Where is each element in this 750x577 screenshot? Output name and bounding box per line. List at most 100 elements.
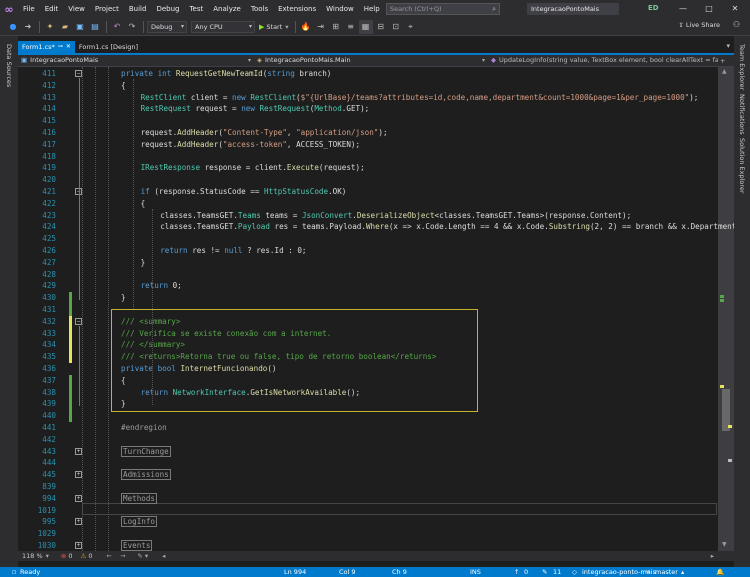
code-line[interactable]: 994 + Methods [18,492,734,505]
code-line[interactable]: 438 return NetworkInterface.GetIsNetworkA… [18,386,734,399]
code-line[interactable]: 1019 [18,505,734,517]
code-editor[interactable]: ▲ ▼ 411− private int RequestGetNewTeamId(… [18,67,734,551]
split-editor-icon[interactable]: + [720,57,725,65]
class-dropdown[interactable]: ◈ IntegracaoPontoMais.Main ▾ [254,55,488,66]
code-line[interactable]: 445 + Admissions [18,469,734,481]
notifications-bell-icon[interactable]: 🔔 [716,567,724,577]
expand-icon[interactable]: + [75,518,82,526]
menu-item-edit[interactable]: Edit [40,0,64,18]
code-line[interactable]: 1029 [18,528,734,540]
account-icon[interactable]: ⚇ [733,20,740,29]
back-icon[interactable]: ● [6,20,20,34]
step-icon[interactable]: ⇥ [314,20,328,34]
code-line[interactable]: 417 request.AddHeader("access-token", ACC… [18,139,734,151]
code-line[interactable]: 435 /// <returns>Retorna true ou false, t… [18,351,734,363]
code-line[interactable]: 426 return res != null ? res.Id : 0; [18,245,734,257]
hot-reload-icon[interactable]: 🔥 [299,20,313,34]
code-line[interactable]: 415 [18,115,734,127]
menu-item-debug[interactable]: Debug [151,0,184,18]
expand-icon[interactable]: + [75,542,82,549]
user-avatar[interactable]: ED [648,4,659,12]
menu-item-build[interactable]: Build [124,0,152,18]
live-share-button[interactable]: ⇪ Live Share [678,21,720,29]
zoom-level[interactable]: 118 % [22,552,43,560]
new-project-icon[interactable]: ✦ [43,20,57,34]
column-indicator[interactable]: Col 9 [339,567,356,577]
code-line[interactable]: 427} [18,257,734,269]
code-line[interactable]: 420 [18,174,734,186]
scroll-left-icon[interactable]: ◂ [162,552,165,560]
undo-icon[interactable]: ↶ [110,20,124,34]
code-line[interactable]: 433/// Verifica se existe conexão com a … [18,327,734,340]
code-line[interactable]: 413 RestClient client = new RestClient($"… [18,92,734,104]
close-tab-icon[interactable]: ✕ [66,41,71,53]
expand-icon[interactable]: + [75,471,82,479]
navigate-forward-icon[interactable]: → [120,552,125,560]
code-line[interactable]: 995 + LogInfo [18,516,734,528]
tab-form1-design[interactable]: Form1.cs [Design] [75,41,142,53]
code-line[interactable]: 442 [18,434,734,446]
save-icon[interactable]: ▣ [73,20,87,34]
expand-icon[interactable]: + [75,447,82,455]
code-cleanup-icon[interactable]: ✎ ▾ [137,552,148,560]
code-line[interactable]: 436 private bool InternetFuncionando() [18,363,734,375]
menu-item-help[interactable]: Help [359,0,385,18]
code-line[interactable]: 429 return 0; [18,280,734,292]
close-icon[interactable]: ✕ [724,0,746,18]
solution-explorer-tab[interactable]: Solution Explorer [738,138,746,194]
code-line[interactable]: 418 [18,151,734,163]
platform-select[interactable]: Any CPU ▾ [191,20,255,33]
search-input[interactable]: Search (Ctrl+Q) ⌕ [386,3,500,15]
warning-icon[interactable]: ⚠ [81,552,87,560]
find-icon[interactable]: ⌖ [404,20,418,34]
code-line[interactable]: 432 − /// <summary> [18,315,734,328]
code-line[interactable]: 441 #endregion [18,422,734,434]
code-line[interactable]: 428 [18,269,734,281]
code-line[interactable]: 421−if (response.StatusCode == HttpStatu… [18,186,734,198]
scroll-right-icon[interactable]: ▸ [711,552,714,560]
code-line[interactable]: 411 − private int RequestGetNewTeamId(stri… [18,68,734,80]
code-line[interactable]: 424 classes.TeamsGET.Payload res = teams.… [18,221,734,233]
code-line[interactable]: 444 [18,457,734,469]
pin-icon[interactable]: ⊸ [58,41,63,53]
open-folder-icon[interactable]: ▰ [58,20,72,34]
code-line[interactable]: 416 request.AddHeader("Content-Type", "ap… [18,127,734,139]
code-line[interactable]: 439} [18,398,734,411]
comment-icon[interactable]: ▦ [358,19,373,34]
tab-form1-cs[interactable]: Form1.cs* ⊸ ✕ [18,41,75,53]
menu-item-window[interactable]: Window [321,0,359,18]
project-dropdown[interactable]: ▣ IntegracaoPontoMais ▾ [18,55,254,66]
save-all-icon[interactable]: ▤ [88,20,102,34]
menu-item-view[interactable]: View [63,0,90,18]
line-indicator[interactable]: Ln 994 [284,567,306,577]
data-sources-tab[interactable]: Data Sources [5,44,13,87]
format-icon[interactable]: ≡ [344,20,358,34]
collapse-icon[interactable]: − [75,70,82,77]
menu-item-tools[interactable]: Tools [246,0,273,18]
navigate-back-icon[interactable]: ← [106,552,111,560]
configuration-select[interactable]: Debug ▾ [147,20,187,33]
code-line[interactable]: 425 [18,233,734,245]
code-line[interactable]: 1030 + Events [18,540,734,551]
forward-icon[interactable]: ➜ [21,20,35,34]
collapse-icon[interactable]: − [75,317,82,325]
redo-icon[interactable]: ↷ [125,20,139,34]
team-explorer-tab[interactable]: Team Explorer [738,44,746,90]
code-line[interactable]: 839 [18,481,734,493]
menu-item-extensions[interactable]: Extensions [273,0,321,18]
pencil-icon[interactable]: ✎ [542,567,547,577]
maximize-icon[interactable]: □ [698,0,720,18]
breakpoint-icon[interactable]: ⊞ [329,20,343,34]
code-line[interactable]: 437 { [18,374,734,387]
code-line[interactable]: 422 { [18,198,734,210]
menu-item-file[interactable]: File [18,0,40,18]
menu-item-analyze[interactable]: Analyze [208,0,246,18]
code-line[interactable]: 412 { [18,80,734,92]
error-icon[interactable]: ⊗ [61,552,66,560]
char-indicator[interactable]: Ch 9 [392,567,407,577]
menu-item-test[interactable]: Test [184,0,208,18]
start-button[interactable]: ▶ Start ▾ [259,23,289,31]
expand-icon[interactable]: + [75,494,82,502]
uncomment-icon[interactable]: ⊟ [374,20,388,34]
menu-item-project[interactable]: Project [90,0,124,18]
